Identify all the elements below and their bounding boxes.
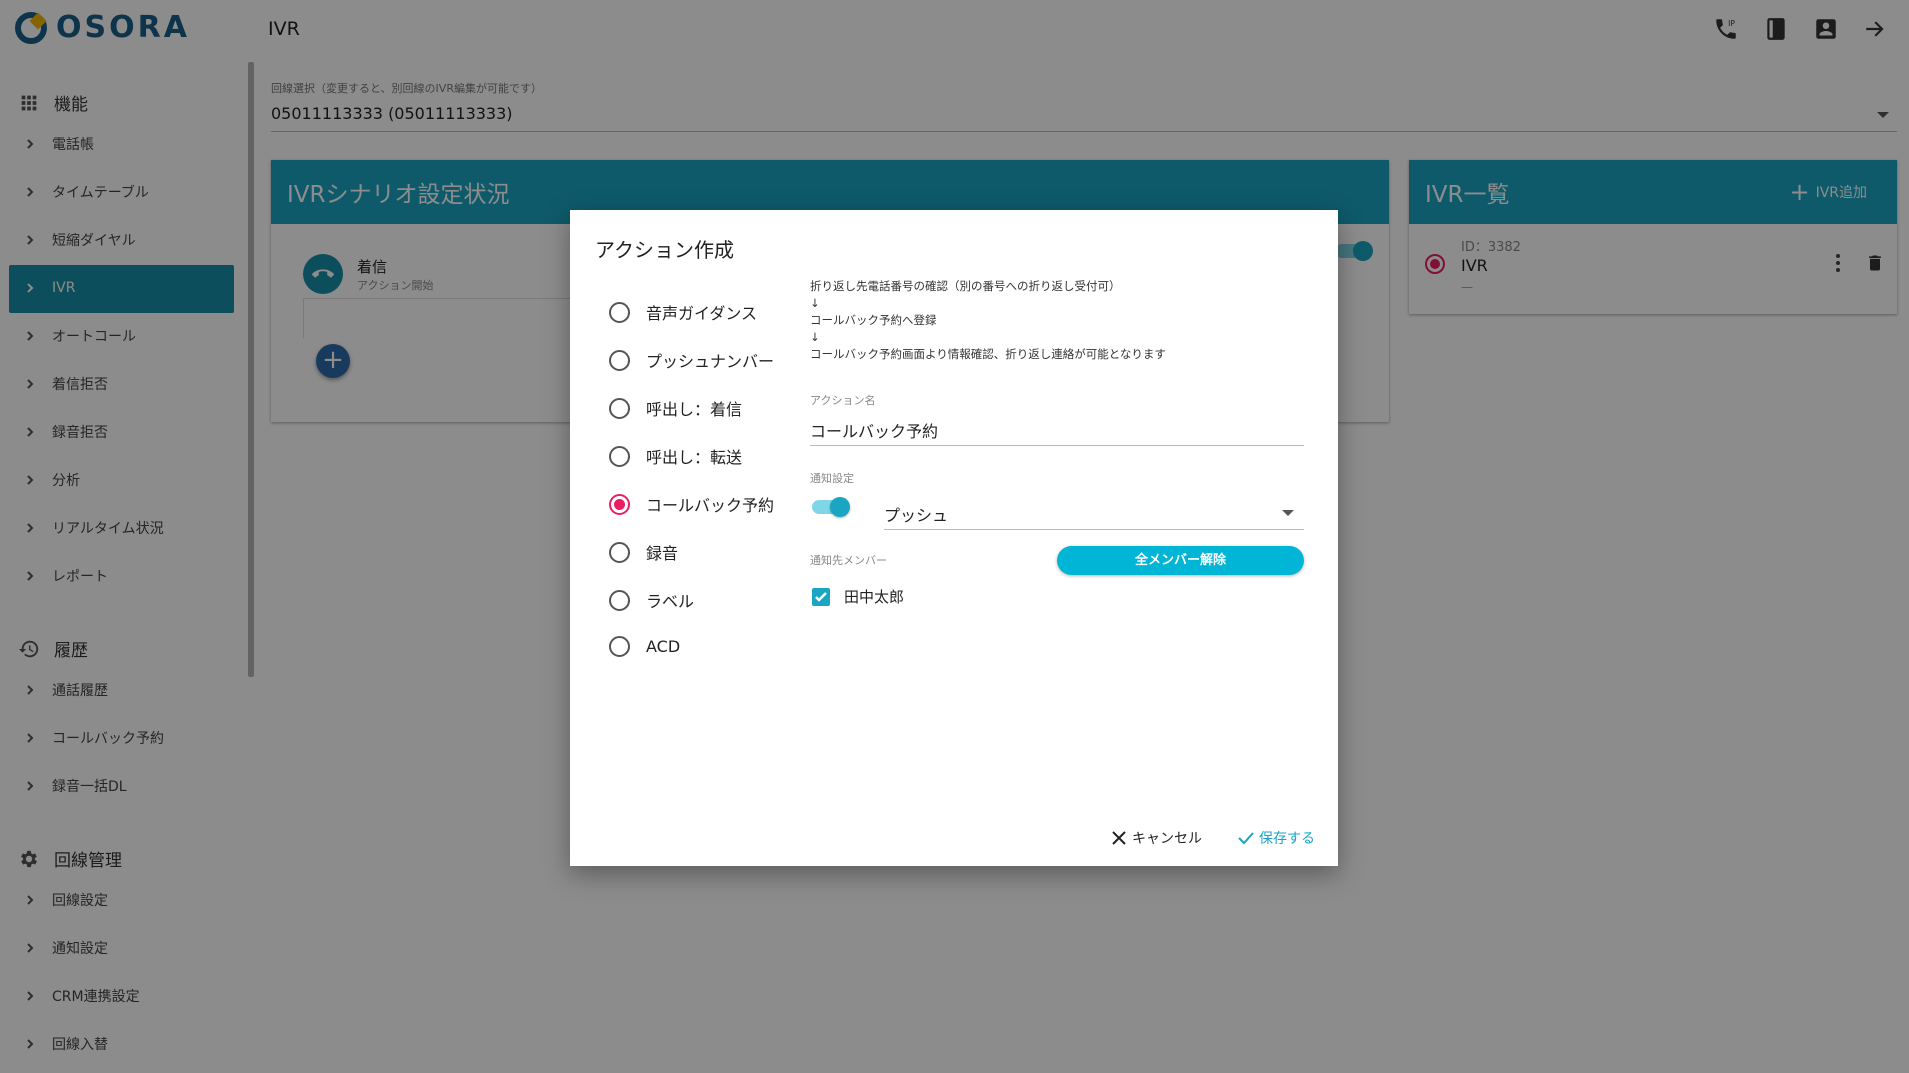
member-name: 田中太郎 bbox=[844, 588, 905, 606]
description-line: コールバック予約へ登録 bbox=[810, 313, 937, 327]
save-label: 保存する bbox=[1259, 831, 1315, 847]
close-icon bbox=[1112, 831, 1126, 845]
option-label: コールバック予約 bbox=[646, 496, 775, 515]
radio-button[interactable] bbox=[609, 349, 630, 371]
radio-button[interactable] bbox=[609, 301, 630, 323]
option-label: 録音 bbox=[646, 544, 679, 563]
radio-button[interactable] bbox=[609, 445, 630, 467]
radio-button[interactable] bbox=[609, 589, 630, 611]
cancel-label: キャンセル bbox=[1132, 831, 1202, 847]
description-line: コールバック予約画面より情報確認、折り返し連絡が可能となります bbox=[810, 347, 1166, 361]
option-label-action[interactable]: ラベル bbox=[609, 588, 694, 612]
option-acd[interactable]: ACD bbox=[609, 636, 680, 657]
dialog-title: アクション作成 bbox=[595, 238, 734, 262]
dropdown-caret-icon bbox=[1282, 510, 1294, 516]
option-label: 呼出し：着信 bbox=[646, 400, 743, 419]
radio-button[interactable] bbox=[609, 397, 630, 419]
option-push-number[interactable]: プッシュナンバー bbox=[609, 348, 774, 372]
members-label: 通知先メンバー bbox=[810, 554, 887, 567]
option-voice-guidance[interactable]: 音声ガイダンス bbox=[609, 300, 757, 324]
option-label: 呼出し：転送 bbox=[646, 448, 743, 467]
radio-button[interactable] bbox=[609, 541, 630, 563]
action-name-field[interactable]: コールバック予約 bbox=[810, 414, 1304, 446]
description-arrow: ↓ bbox=[810, 296, 820, 310]
notify-label: 通知設定 bbox=[810, 472, 854, 485]
checkbox-checked-icon[interactable] bbox=[812, 587, 830, 606]
option-call-transfer[interactable]: 呼出し：転送 bbox=[609, 444, 742, 468]
action-description: 折り返し先電話番号の確認（別の番号への折り返し受付可） ↓ コールバック予約へ登… bbox=[810, 278, 1166, 363]
action-create-dialog: アクション作成 音声ガイダンス プッシュナンバー 呼出し：着信 呼出し：転送 コ… bbox=[570, 210, 1338, 866]
notify-method-select[interactable]: プッシュ bbox=[884, 492, 1304, 530]
member-checkbox-row[interactable]: 田中太郎 bbox=[812, 586, 904, 607]
description-line: 折り返し先電話番号の確認（別の番号への折り返し受付可） bbox=[810, 279, 1121, 293]
option-callback[interactable]: コールバック予約 bbox=[609, 492, 774, 516]
release-all-members-button[interactable]: 全メンバー解除 bbox=[1057, 546, 1304, 575]
cancel-button[interactable]: キャンセル bbox=[1110, 828, 1202, 848]
notify-method-value: プッシュ bbox=[884, 506, 949, 525]
option-call-incoming[interactable]: 呼出し：着信 bbox=[609, 396, 742, 420]
check-icon bbox=[1238, 832, 1254, 845]
option-recording[interactable]: 録音 bbox=[609, 540, 678, 564]
save-button[interactable]: 保存する bbox=[1237, 828, 1315, 848]
option-label: 音声ガイダンス bbox=[646, 304, 758, 323]
action-name-label: アクション名 bbox=[810, 394, 876, 407]
radio-button-selected[interactable] bbox=[609, 493, 630, 515]
option-label: プッシュナンバー bbox=[646, 352, 775, 371]
description-arrow: ↓ bbox=[810, 330, 820, 344]
option-label: ACD bbox=[646, 637, 681, 656]
option-label: ラベル bbox=[646, 592, 695, 611]
notify-toggle[interactable] bbox=[812, 497, 850, 517]
radio-button[interactable] bbox=[609, 636, 630, 657]
